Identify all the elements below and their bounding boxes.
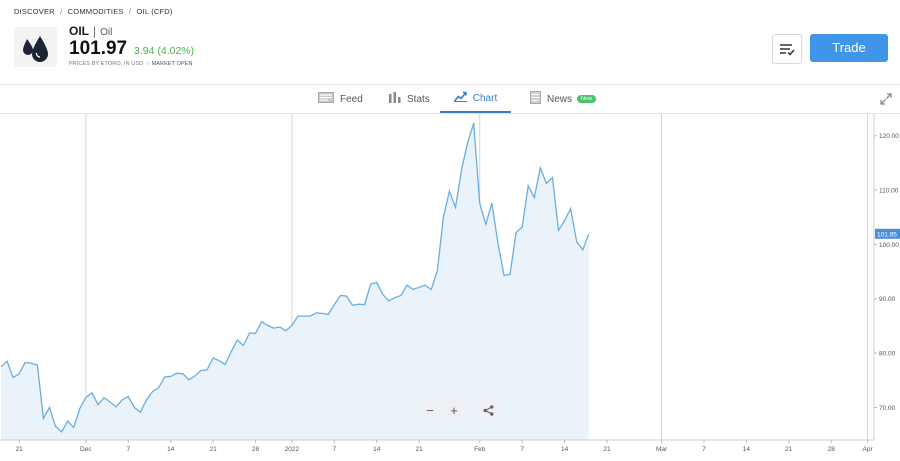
breadcrumb: DISCOVER / COMMODITIES / OIL (CFD): [14, 7, 176, 16]
x-axis-tick-label: 28: [828, 446, 836, 453]
market-status-icon: ○: [144, 61, 150, 67]
breadcrumb-current: OIL (CFD): [136, 7, 173, 16]
tab-chart[interactable]: Chart: [440, 85, 511, 113]
x-axis-tick-label: 21: [209, 446, 217, 453]
expand-icon[interactable]: [880, 93, 892, 108]
asset-title: OIL | Oil: [69, 24, 112, 38]
x-axis-tick-label: 14: [743, 446, 751, 453]
current-price-label: 101.95: [877, 231, 897, 238]
x-axis-tick-label: 2022: [285, 446, 300, 453]
tab-feed-label: Feed: [340, 93, 363, 105]
x-axis-tick-label: 21: [16, 446, 24, 453]
market-status: MARKET OPEN: [151, 61, 193, 67]
oil-drops-icon: [23, 36, 48, 62]
breadcrumb-commodities[interactable]: COMMODITIES: [68, 7, 124, 16]
y-axis-tick-label: 100.00: [879, 242, 899, 249]
x-axis-tick-label: Feb: [474, 446, 486, 453]
asset-header: DISCOVER / COMMODITIES / OIL (CFD) OIL | O…: [0, 0, 900, 84]
asset-fullname: Oil: [100, 27, 113, 38]
y-axis-tick-label: 80.00: [879, 351, 896, 358]
zoom-out-button[interactable]: −: [419, 400, 441, 420]
y-axis-tick-label: 110.00: [879, 188, 899, 195]
asset-price: 101.97: [69, 38, 128, 59]
new-badge: New: [577, 95, 597, 103]
stats-icon: [389, 92, 401, 106]
x-axis-tick-label: 7: [520, 446, 524, 453]
tab-bar: Feed Stats Chart News New: [0, 85, 900, 114]
tab-stats[interactable]: Stats: [389, 85, 430, 113]
trade-button[interactable]: Trade: [810, 34, 888, 62]
y-axis-tick-label: 70.00: [879, 405, 896, 412]
tab-stats-label: Stats: [407, 93, 430, 105]
x-axis-tick-label: 21: [603, 446, 611, 453]
watchlist-button[interactable]: [772, 34, 802, 64]
breadcrumb-separator: /: [60, 7, 63, 16]
share-button[interactable]: [477, 400, 499, 420]
breadcrumb-separator: /: [128, 7, 132, 16]
watchlist-check-icon: [780, 44, 795, 56]
share-icon: [483, 404, 493, 416]
x-axis-tick-label: Mar: [656, 446, 668, 453]
x-axis-tick-label: 21: [416, 446, 424, 453]
price-area: [1, 123, 589, 440]
tab-news[interactable]: News New: [530, 85, 597, 113]
x-axis-tick-label: 14: [561, 446, 569, 453]
price-change: 3.94 (4.02%): [134, 45, 195, 57]
x-axis-tick-label: 14: [167, 446, 175, 453]
price-meta: PRICES BY ETORO, IN USD ○ MARKET OPEN: [69, 61, 193, 67]
x-axis-tick-label: 21: [785, 446, 793, 453]
chart-icon: [453, 91, 467, 105]
feed-icon: [318, 92, 334, 106]
asset-symbol: OIL: [69, 24, 89, 38]
priced-by-text: PRICES BY ETORO, IN USD: [69, 61, 144, 67]
tab-news-label: News: [547, 93, 573, 105]
tab-feed[interactable]: Feed: [318, 85, 363, 113]
oil-logo: [14, 27, 57, 67]
x-axis-tick-label: Apr: [863, 446, 874, 453]
x-axis-tick-label: Dec: [80, 446, 92, 453]
x-axis-tick-label: 14: [373, 446, 381, 453]
news-icon: [530, 91, 541, 107]
x-axis-tick-label: 7: [332, 446, 336, 453]
zoom-in-button[interactable]: +: [443, 400, 465, 420]
breadcrumb-discover[interactable]: DISCOVER: [14, 7, 55, 16]
y-axis-tick-label: 90.00: [879, 296, 896, 303]
x-axis-tick-label: 7: [702, 446, 706, 453]
title-divider: |: [93, 24, 97, 38]
tab-chart-label: Chart: [472, 92, 498, 104]
y-axis-tick-label: 120.00: [879, 133, 899, 140]
x-axis-tick-label: 7: [126, 446, 130, 453]
x-axis-tick-label: 28: [252, 446, 260, 453]
chart-zoom-controls: − +: [419, 400, 499, 420]
